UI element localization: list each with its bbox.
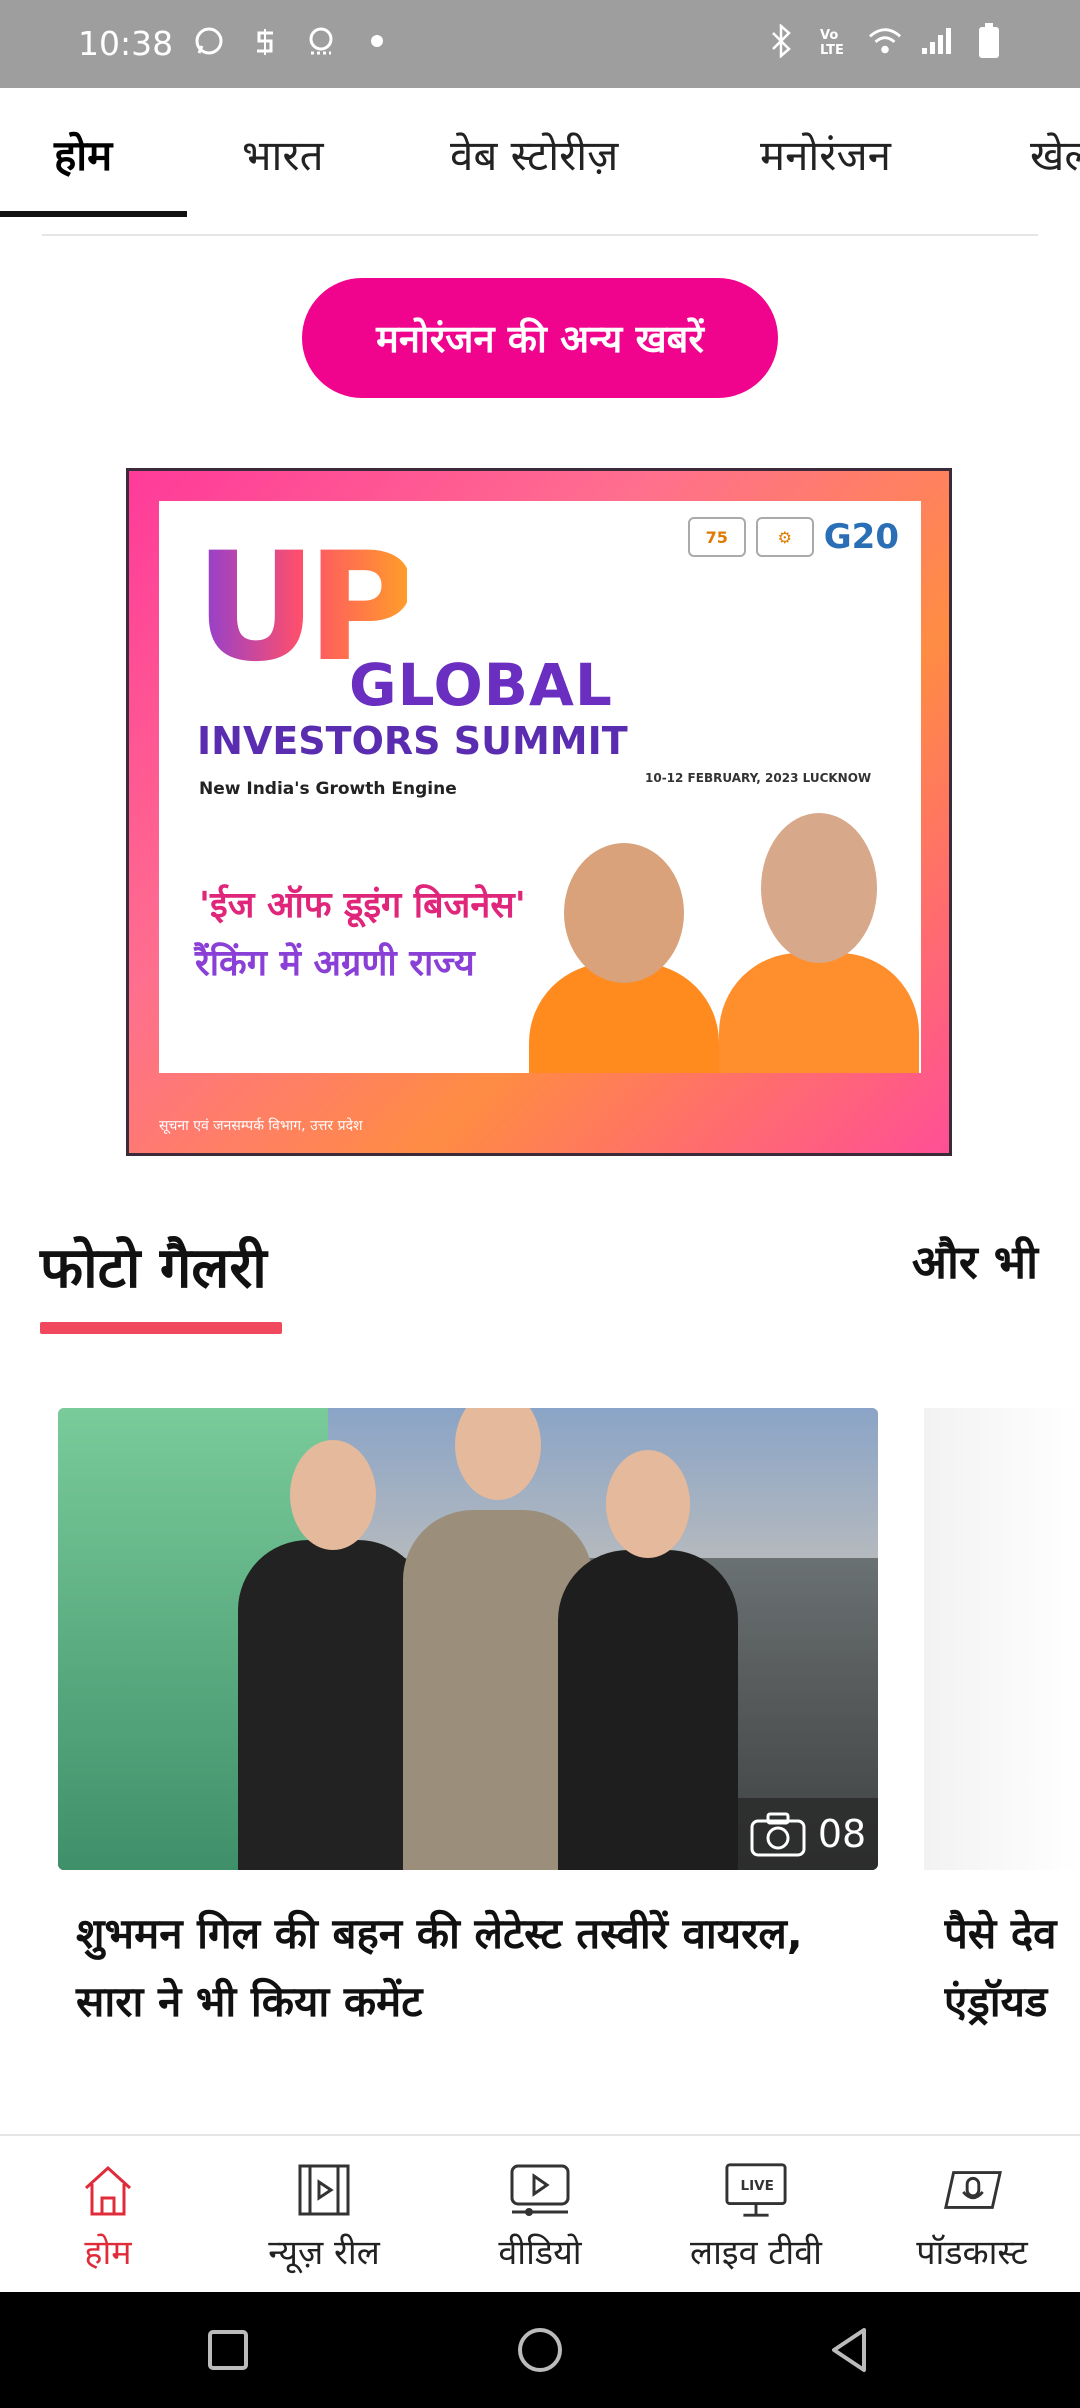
azadi-logo: 75 xyxy=(687,517,746,557)
nav-home-label: होम xyxy=(84,2233,132,2273)
nav-podcast[interactable]: पॉडकास्ट xyxy=(864,2136,1080,2294)
home-icon xyxy=(76,2158,140,2222)
gallery-card-title[interactable]: शुभमन गिल की बहन की लेटेस्ट तस्वीरें वाय… xyxy=(76,1900,876,2036)
tab-bharat[interactable]: भारत xyxy=(242,126,324,183)
nav-news-reel-label: न्यूज़ रील xyxy=(268,2233,380,2273)
see-more-link[interactable]: और भी xyxy=(912,1230,1038,1292)
ad-hindi-line-1: 'ईज ऑफ डूइंग बिजनेस' xyxy=(199,885,526,926)
message-icon xyxy=(304,24,338,58)
volte-icon: Vo LTE xyxy=(816,24,850,58)
podcast-icon xyxy=(940,2158,1004,2222)
active-tab-indicator xyxy=(0,211,187,217)
notification-dot-icon xyxy=(360,24,394,58)
photo-count: 08 xyxy=(817,1812,867,1856)
gallery-card-image-2[interactable] xyxy=(924,1408,1080,1870)
recent-apps-icon[interactable] xyxy=(200,2322,256,2378)
ad-person-1 xyxy=(529,843,719,1073)
svg-text:Vo: Vo xyxy=(820,28,838,43)
film-reel-icon xyxy=(292,2158,356,2222)
nav-live-tv-label: लाइव टीवी xyxy=(690,2233,822,2273)
camera-icon xyxy=(750,1812,806,1857)
ad-footer-text: सूचना एवं जनसम्पर्क विभाग, उत्तर प्रदेश xyxy=(159,1118,363,1134)
ad-banner-up-investors-summit[interactable]: 75 ⚙ G20 UP GLOBAL INVESTORS SUMMIT New … xyxy=(126,468,952,1156)
tab-web-stories[interactable]: वेब स्टोरीज़ xyxy=(450,126,618,183)
bluetooth-icon xyxy=(764,24,798,58)
home-circle-icon[interactable] xyxy=(512,2322,568,2378)
nav-video[interactable]: वीडियो xyxy=(432,2136,648,2294)
svg-text:LTE: LTE xyxy=(820,43,844,58)
ad-tagline: New India's Growth Engine xyxy=(199,779,457,799)
nav-video-label: वीडियो xyxy=(498,2233,582,2273)
battery-icon xyxy=(972,23,1006,58)
system-navigation-bar xyxy=(0,2292,1080,2408)
back-icon[interactable] xyxy=(822,2322,878,2378)
more-entertainment-news-button[interactable]: मनोरंजन की अन्य खबरें xyxy=(302,278,778,398)
gallery-card-title-2[interactable]: पैसे देव एंड्रॉयड xyxy=(944,1900,1080,2036)
g20-logo: G20 xyxy=(823,517,899,557)
app-s-icon xyxy=(248,24,282,58)
tab-sports[interactable]: खेल xyxy=(1030,126,1080,183)
nav-podcast-label: पॉडकास्ट xyxy=(916,2233,1028,2273)
up-govt-emblem: ⚙ xyxy=(755,517,814,557)
live-tv-icon: LIVE xyxy=(724,2158,788,2222)
ad-global-title: GLOBAL xyxy=(349,651,613,719)
ad-hindi-line-2: रैंकिंग में अग्रणी राज्य xyxy=(195,943,475,984)
status-bar: 10:38 Vo LTE xyxy=(0,0,1080,88)
ad-investors-summit-title: INVESTORS SUMMIT xyxy=(197,719,628,763)
photo-count-badge: 08 xyxy=(738,1798,878,1870)
photo-person xyxy=(238,1440,428,1870)
nav-live-tv[interactable]: LIVE लाइव टीवी xyxy=(648,2136,864,2294)
nav-home[interactable]: होम xyxy=(0,2136,216,2294)
svg-text:LIVE: LIVE xyxy=(740,2178,773,2194)
photo-gallery-title: फोटो गैलरी xyxy=(40,1236,267,1301)
signal-icon xyxy=(920,24,954,58)
gallery-card-image[interactable]: 08 xyxy=(58,1408,878,1870)
section-underline xyxy=(40,1322,282,1334)
ad-dates: 10-12 FEBRUARY, 2023 LUCKNOW xyxy=(645,771,872,785)
tab-home[interactable]: होम xyxy=(54,126,112,183)
category-tabs: होम भारत वेब स्टोरीज़ मनोरंजन खेल xyxy=(0,88,1080,218)
video-play-icon xyxy=(508,2158,572,2222)
tab-entertainment[interactable]: मनोरंजन xyxy=(760,126,891,183)
whatsapp-icon xyxy=(192,24,226,58)
bottom-navigation: होम न्यूज़ रील वीडियो LIVE लाइव टीवी पॉड… xyxy=(0,2134,1080,2292)
divider xyxy=(42,234,1038,236)
wifi-icon xyxy=(868,24,902,58)
status-time: 10:38 xyxy=(78,24,174,63)
ad-person-2 xyxy=(719,813,919,1073)
nav-news-reel[interactable]: न्यूज़ रील xyxy=(216,2136,432,2294)
photo-person xyxy=(558,1450,738,1870)
